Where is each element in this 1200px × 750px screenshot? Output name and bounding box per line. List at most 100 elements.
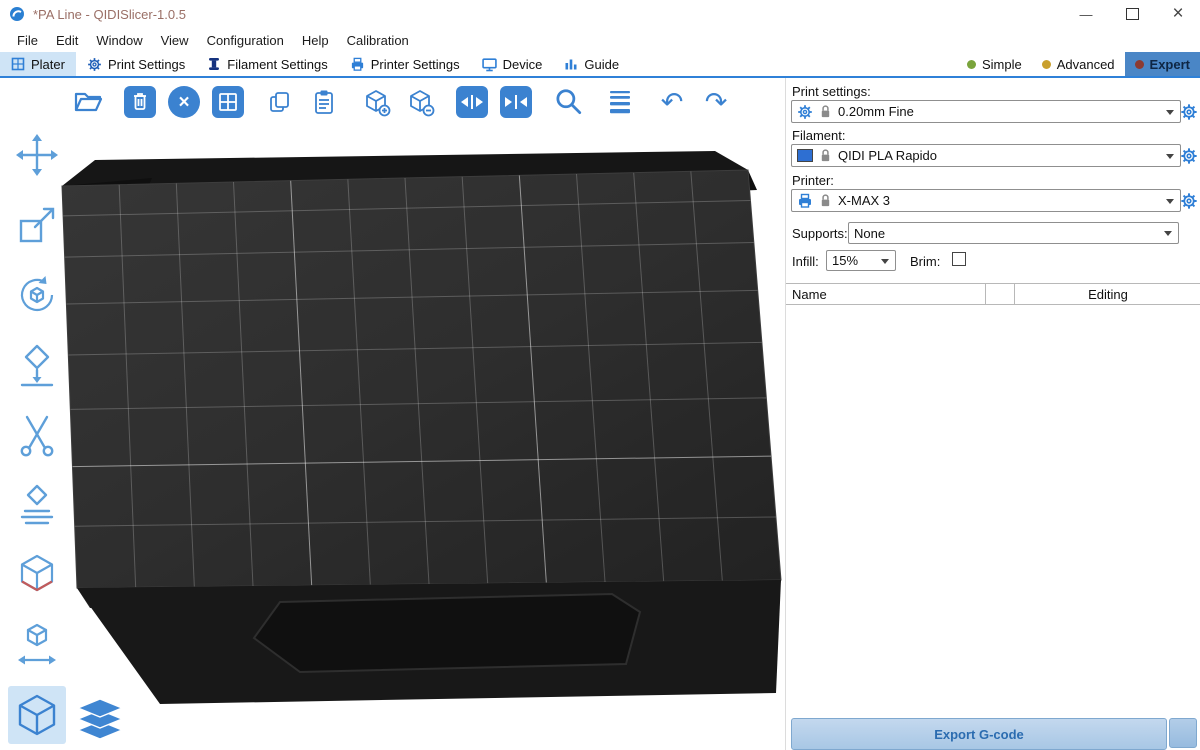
minimize-icon: — [1080, 7, 1093, 22]
split-to-objects-button[interactable] [456, 86, 488, 118]
tab-plater[interactable]: Plater [0, 52, 76, 76]
plater-icon [11, 57, 25, 71]
delete-button[interactable] [124, 86, 156, 118]
filament-color-swatch [797, 149, 813, 162]
add-instance-button[interactable] [360, 86, 392, 118]
cut-tool[interactable] [12, 410, 62, 460]
rotate-tool[interactable] [12, 270, 62, 320]
advanced-mode-dot-icon [1042, 60, 1051, 69]
menu-view[interactable]: View [152, 28, 198, 52]
undo-button[interactable]: ↶ [656, 86, 688, 118]
tab-label: Plater [31, 57, 65, 72]
filament-combo[interactable]: QIDI PLA Rapido [791, 144, 1181, 167]
menu-file[interactable]: File [8, 28, 47, 52]
undo-icon: ↶ [661, 89, 684, 116]
seam-paint-tool[interactable] [12, 550, 62, 600]
printer-icon [350, 57, 365, 72]
tab-guide[interactable]: Guide [553, 52, 630, 76]
cube-seam-icon [14, 552, 60, 598]
paint-support-tool[interactable] [12, 480, 62, 530]
printer-combo[interactable]: X-MAX 3 [791, 189, 1181, 212]
simple-mode-dot-icon [967, 60, 976, 69]
settings-panel: Print settings: 0.20mm Fine Filament: QI… [785, 78, 1200, 750]
tab-device[interactable]: Device [471, 52, 554, 76]
scissors-icon [14, 412, 60, 458]
redo-icon: ↷ [705, 89, 728, 116]
editor-view-button[interactable] [8, 686, 66, 744]
preview-view-button[interactable] [74, 694, 126, 744]
layers-preview-icon [76, 697, 124, 741]
gear-icon [797, 104, 813, 120]
search-icon [552, 86, 584, 118]
delete-all-button[interactable]: × [168, 86, 200, 118]
chevron-down-icon [1164, 231, 1172, 236]
print-settings-gear-button[interactable] [1180, 103, 1198, 121]
circle-x-icon: × [178, 93, 189, 112]
lock-icon [819, 193, 832, 208]
mode-label: Advanced [1057, 57, 1115, 72]
mode-simple[interactable]: Simple [957, 52, 1032, 76]
brim-label: Brim: [910, 254, 940, 269]
column-header-editing: Editing [1015, 284, 1200, 304]
open-project-button[interactable] [72, 86, 104, 118]
scale-tool[interactable] [12, 200, 62, 250]
copy-button[interactable] [264, 86, 296, 118]
filament-spool-icon [207, 57, 221, 71]
tab-printer-settings[interactable]: Printer Settings [339, 52, 471, 76]
object-toolbar: × [72, 86, 732, 118]
split-to-parts-button[interactable] [500, 86, 532, 118]
variable-layer-height-button[interactable] [604, 86, 636, 118]
arrange-button[interactable] [212, 86, 244, 118]
place-on-face-icon [14, 342, 60, 388]
tab-bar: Plater Print Settings Filament Settings … [0, 52, 1200, 78]
menu-edit[interactable]: Edit [47, 28, 87, 52]
export-gcode-button[interactable]: Export G-code [791, 718, 1167, 750]
redo-button[interactable]: ↷ [700, 86, 732, 118]
scale-icon [14, 202, 60, 248]
infill-combo[interactable]: 15% [826, 250, 896, 271]
print-settings-combo[interactable]: 0.20mm Fine [791, 100, 1181, 123]
tab-print-settings[interactable]: Print Settings [76, 52, 196, 76]
viewport-3d[interactable] [0, 78, 785, 750]
tab-filament-settings[interactable]: Filament Settings [196, 52, 338, 76]
copy-icon [265, 87, 295, 117]
gear-icon [1180, 103, 1198, 121]
object-list[interactable] [786, 305, 1200, 705]
menu-configuration[interactable]: Configuration [198, 28, 293, 52]
mode-expert[interactable]: Expert [1125, 52, 1200, 76]
gear-icon [1180, 192, 1198, 210]
maximize-button[interactable] [1110, 0, 1154, 28]
close-button[interactable]: × [1156, 0, 1200, 28]
paste-button[interactable] [308, 86, 340, 118]
remove-instance-button[interactable] [404, 86, 436, 118]
device-monitor-icon [482, 57, 497, 72]
measure-tool[interactable] [12, 620, 62, 670]
cube-minus-icon [405, 87, 435, 117]
minimize-button[interactable]: — [1064, 0, 1108, 28]
mode-advanced[interactable]: Advanced [1032, 52, 1125, 76]
search-button[interactable] [552, 86, 584, 118]
split-arrows-in-icon [501, 87, 531, 117]
menu-window[interactable]: Window [87, 28, 151, 52]
printer-icon [797, 193, 813, 209]
printer-gear-button[interactable] [1180, 192, 1198, 210]
mode-label: Simple [982, 57, 1022, 72]
export-options-button[interactable] [1169, 718, 1197, 748]
move-tool[interactable] [12, 130, 62, 180]
print-settings-label: Print settings: [792, 84, 871, 99]
view-mode-switcher [8, 686, 126, 744]
menu-bar: File Edit Window View Configuration Help… [0, 28, 1200, 52]
lock-icon [819, 148, 832, 163]
object-list-header: Name Editing [786, 283, 1200, 305]
tab-label: Guide [584, 57, 619, 72]
filament-gear-button[interactable] [1180, 147, 1198, 165]
split-arrows-out-icon [457, 87, 487, 117]
infill-label: Infill: [792, 254, 819, 269]
paste-icon [309, 87, 339, 117]
brim-checkbox[interactable] [952, 252, 966, 266]
supports-combo[interactable]: None [848, 222, 1179, 244]
menu-help[interactable]: Help [293, 28, 338, 52]
print-settings-gear-icon [87, 57, 102, 72]
place-on-face-tool[interactable] [12, 340, 62, 390]
menu-calibration[interactable]: Calibration [338, 28, 418, 52]
